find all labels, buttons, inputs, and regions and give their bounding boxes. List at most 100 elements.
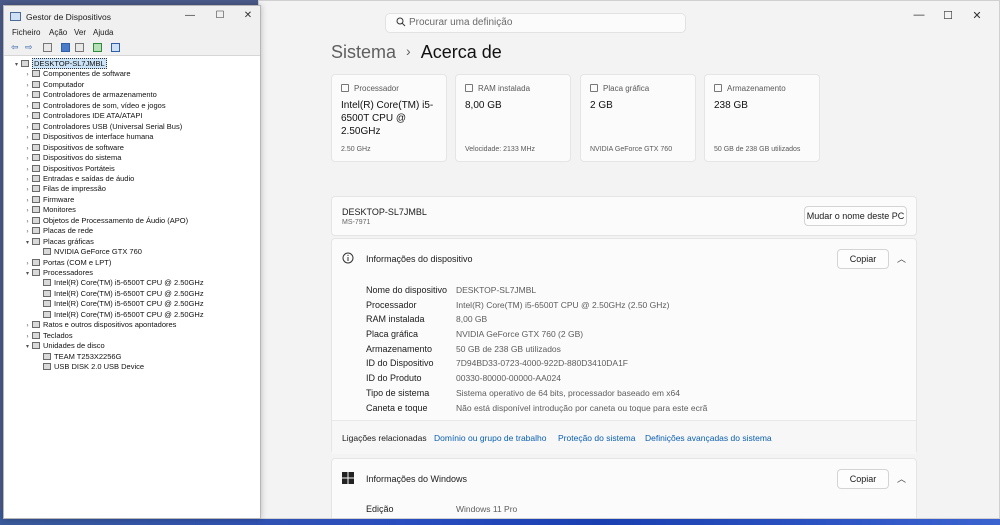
tree-root-computer[interactable]: ▾ DESKTOP-SL7JMBL	[12, 58, 107, 70]
tree-category[interactable]: › Dispositivos de software	[23, 143, 124, 154]
tree-category[interactable]: ▾ Placas gráficas	[23, 237, 94, 248]
tree-category[interactable]: › Componentes de software	[23, 69, 131, 80]
tree-category[interactable]: › Controladores de som, vídeo e jogos	[23, 101, 166, 112]
copy-device-info-button[interactable]: Copiar	[837, 249, 889, 269]
close-button[interactable]: ✕	[238, 10, 258, 21]
tree-node-label: Intel(R) Core(TM) i5-6500T CPU @ 2.50GHz	[54, 288, 204, 298]
tree-category[interactable]: › Dispositivos do sistema	[23, 153, 122, 164]
toolbar: ⇦ ⇨	[4, 40, 260, 56]
cpu-icon	[341, 84, 349, 92]
close-button[interactable]: ✕	[964, 9, 990, 22]
scan-hardware-icon[interactable]	[93, 43, 102, 52]
tree-node-label: Teclados	[43, 330, 73, 340]
info-key: Armazenamento	[366, 343, 433, 354]
tree-category[interactable]: › Ratos e outros dispositivos apontadores	[23, 320, 177, 331]
maximize-button[interactable]: ☐	[210, 10, 230, 21]
device-category-icon	[43, 289, 51, 297]
maximize-button[interactable]: ☐	[935, 9, 961, 22]
chevron-up-icon[interactable]: ︿	[897, 252, 906, 265]
menu-help[interactable]: Ajuda	[93, 28, 113, 37]
device-category-icon	[32, 342, 40, 350]
info-value: Não está disponível introdução por canet…	[456, 402, 708, 413]
device-category-icon	[43, 363, 51, 371]
info-key: Caneta e toque	[366, 402, 428, 413]
link-advanced-system-settings[interactable]: Definições avançadas do sistema	[645, 433, 772, 443]
device-category-icon	[43, 279, 51, 287]
tree-leaf-device[interactable]: Intel(R) Core(TM) i5-6500T CPU @ 2.50GHz	[34, 289, 204, 300]
device-category-icon	[32, 258, 40, 266]
tree-category[interactable]: ▾ Unidades de disco	[23, 341, 105, 352]
tree-leaf-device[interactable]: Intel(R) Core(TM) i5-6500T CPU @ 2.50GHz	[34, 299, 204, 310]
tree-node-label: Componentes de software	[43, 69, 131, 79]
tree-category[interactable]: › Teclados	[23, 331, 73, 342]
spec-sub: 2.50 GHz	[341, 146, 371, 153]
spec-value: 238 GB	[714, 100, 748, 111]
menu-action[interactable]: Ação	[49, 28, 67, 37]
device-manager-titlebar[interactable]: Gestor de Dispositivos — ☐ ✕	[4, 6, 260, 28]
link-system-protection[interactable]: Proteção do sistema	[558, 433, 635, 443]
monitor-icon[interactable]	[111, 43, 120, 52]
view-icon[interactable]	[75, 43, 84, 52]
menu-bar: Ficheiro Ação Ver Ajuda	[4, 28, 260, 40]
spec-card-processor: Processador Intel(R) Core(TM) i5-6500T C…	[331, 74, 447, 162]
tree-category[interactable]: › Placas de rede	[23, 226, 94, 237]
device-category-icon	[32, 133, 40, 141]
tree-category[interactable]: › Objetos de Processamento de Áudio (APO)	[23, 215, 189, 227]
tree-category[interactable]: › Controladores IDE ATA/ATAPI	[23, 111, 143, 122]
tree-category[interactable]: › Dispositivos Portáteis	[23, 164, 115, 175]
spec-card-ram: RAM instalada 8,00 GB Velocidade: 2133 M…	[455, 74, 571, 162]
info-key: Placa gráfica	[366, 329, 419, 340]
tree-node-label: Objetos de Processamento de Áudio (APO)	[43, 215, 189, 225]
device-manager-window: Gestor de Dispositivos — ☐ ✕ Ficheiro Aç…	[3, 5, 261, 519]
menu-view[interactable]: Ver	[74, 28, 86, 37]
info-key: Processador	[366, 299, 417, 310]
related-links-bar: Ligações relacionadas Domínio ou grupo d…	[332, 420, 916, 454]
expand-toggle-icon[interactable]: ▾	[23, 342, 32, 352]
minimize-button[interactable]: —	[906, 9, 932, 21]
tree-category[interactable]: › Controladores USB (Universal Serial Bus…	[23, 122, 183, 133]
device-category-icon	[32, 91, 40, 99]
tree-category[interactable]: › Portas (COM e LPT)	[23, 258, 112, 269]
tree-node-label: TEAM T253X2256G	[54, 351, 122, 361]
device-model: MS-7971	[342, 219, 371, 226]
menu-file[interactable]: Ficheiro	[12, 28, 40, 37]
expand-toggle-icon[interactable]: ▾	[23, 269, 32, 279]
tree-category[interactable]: › Dispositivos de interface humana	[23, 132, 154, 143]
tree-category[interactable]: › Filas de impressão	[23, 184, 106, 195]
tree-node-label: Unidades de disco	[43, 341, 105, 351]
spec-sub: NVIDIA GeForce GTX 760	[590, 146, 673, 153]
tree-category[interactable]: › Monitores	[23, 205, 76, 216]
tree-node-label: Controladores IDE ATA/ATAPI	[43, 111, 143, 121]
properties-icon[interactable]	[43, 43, 52, 52]
tree-category[interactable]: › Controladores de armazenamento	[23, 90, 157, 101]
tree-leaf-device[interactable]: NVIDIA GeForce GTX 760	[34, 247, 142, 258]
forward-icon[interactable]: ⇨	[25, 43, 34, 52]
tree-leaf-device[interactable]: Intel(R) Core(TM) i5-6500T CPU @ 2.50GHz	[34, 310, 204, 321]
spec-sub: 50 GB de 238 GB utilizados	[714, 146, 801, 153]
info-value: Intel(R) Core(TM) i5-6500T CPU @ 2.50GHz…	[456, 299, 670, 310]
tree-leaf-device[interactable]: USB DISK 2.0 USB Device	[34, 362, 144, 373]
minimize-button[interactable]: —	[180, 10, 200, 21]
tree-category[interactable]: › Entradas e saídas de áudio	[23, 174, 135, 185]
storage-icon	[714, 84, 722, 92]
expand-toggle-icon[interactable]: ▾	[12, 60, 21, 70]
device-category-icon	[32, 237, 40, 245]
tree-category[interactable]: ▾ Processadores	[23, 268, 93, 279]
back-icon[interactable]: ⇦	[11, 43, 20, 52]
tree-leaf-device[interactable]: Intel(R) Core(TM) i5-6500T CPU @ 2.50GHz	[34, 278, 204, 289]
tree-leaf-device[interactable]: TEAM T253X2256G	[34, 352, 121, 363]
info-value: 8,00 GB	[456, 314, 488, 325]
tree-category[interactable]: › Firmware	[23, 195, 75, 206]
copy-windows-info-button[interactable]: Copiar	[837, 469, 889, 489]
rename-pc-button[interactable]: Mudar o nome deste PC	[804, 206, 907, 226]
chevron-up-icon[interactable]: ︿	[897, 472, 906, 485]
windows-info-header[interactable]: Informações do Windows Copiar ︿	[332, 459, 916, 499]
expand-toggle-icon[interactable]: ▾	[23, 238, 32, 248]
link-domain-workgroup[interactable]: Domínio ou grupo de trabalho	[434, 433, 546, 443]
breadcrumb-parent[interactable]: Sistema	[331, 42, 396, 62]
settings-window: Procurar uma definição — ☐ ✕ Sistema › Ace…	[258, 0, 1000, 519]
help-icon[interactable]	[61, 43, 70, 52]
settings-search-box[interactable]: Procurar uma definição	[385, 13, 686, 33]
tree-category[interactable]: › Computador	[23, 80, 85, 91]
device-info-header[interactable]: Informações do dispositivo Copiar ︿	[332, 239, 916, 279]
